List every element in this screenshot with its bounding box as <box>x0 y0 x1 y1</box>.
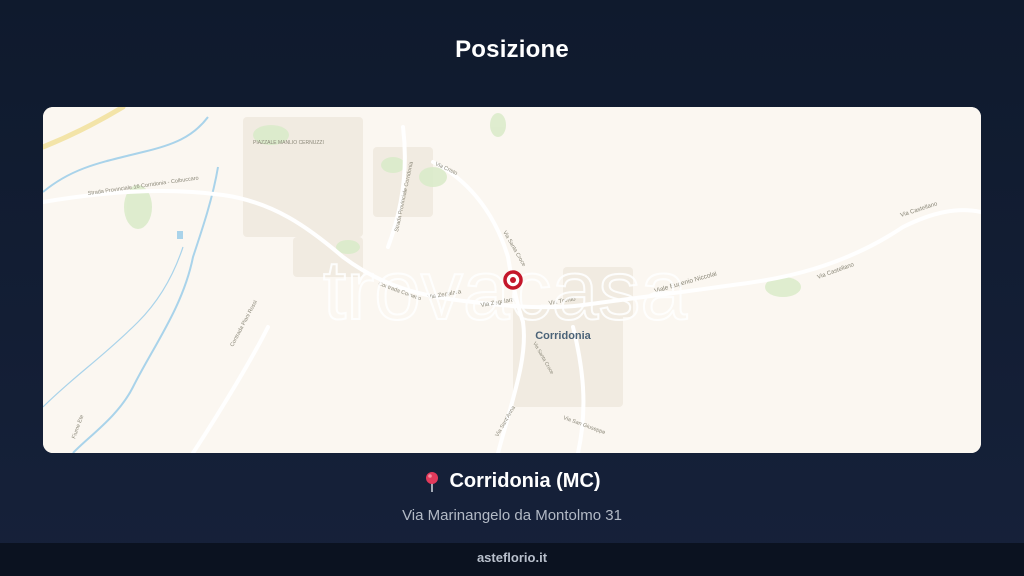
location-heading: Corridonia (MC) <box>423 470 601 493</box>
footer: asteflorio.it <box>0 543 1024 576</box>
location-address: Via Marinangelo da Montolmo 31 <box>402 506 622 524</box>
pushpin-icon <box>423 471 441 493</box>
watermark: trovacasa <box>323 243 687 337</box>
location-marker-icon[interactable] <box>503 270 523 290</box>
location-info: Corridonia (MC) Via Marinangelo da Monto… <box>0 470 1024 524</box>
page-title: Posizione <box>455 36 569 63</box>
map-label: PIAZZALE MANLIO CERNUZZI <box>253 140 324 146</box>
footer-site[interactable]: asteflorio.it <box>477 550 547 565</box>
map-canvas[interactable]: PIAZZALE MANLIO CERNUZZI Strada Provinci… <box>43 107 981 453</box>
location-name: Corridonia (MC) <box>449 470 601 492</box>
map-view[interactable]: PIAZZALE MANLIO CERNUZZI Strada Provinci… <box>43 107 981 453</box>
town-label: Corridonia <box>535 330 591 342</box>
